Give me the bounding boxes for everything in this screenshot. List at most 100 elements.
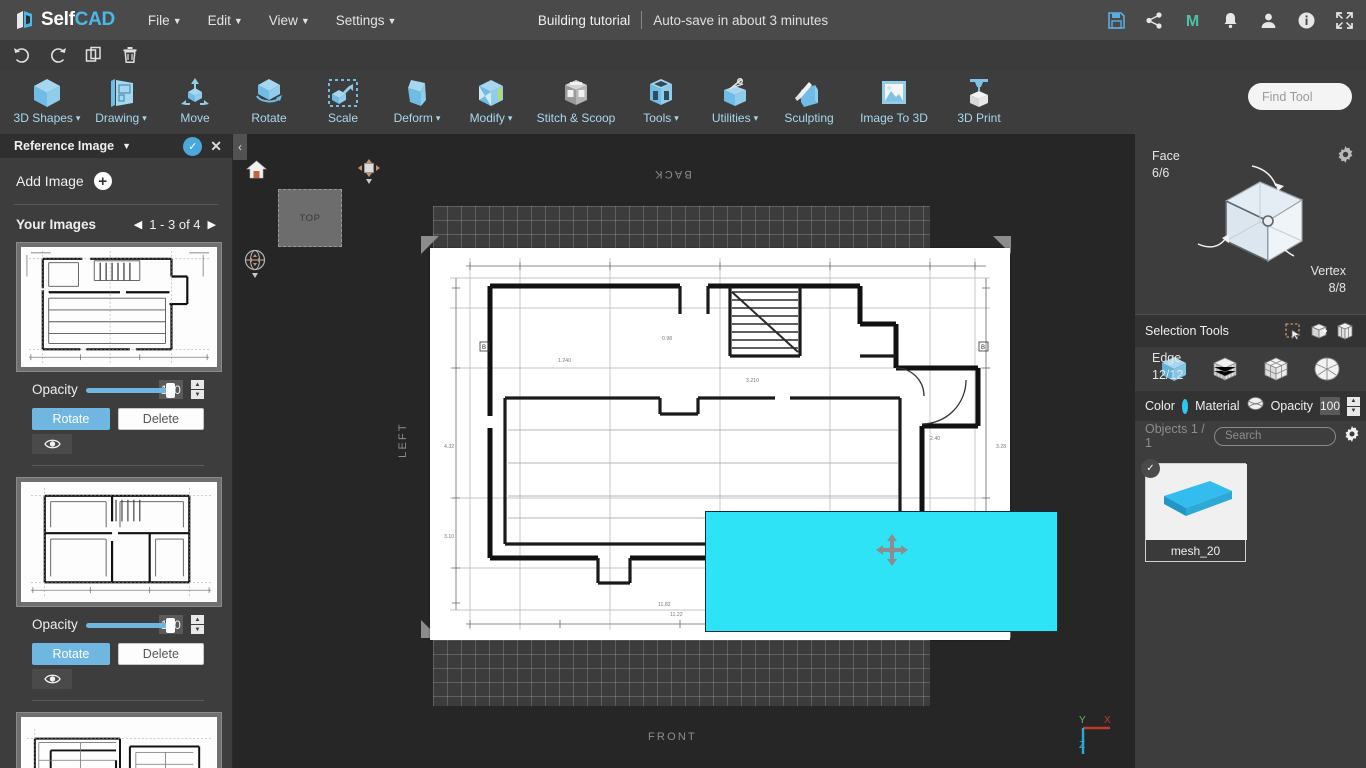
opacity-slider[interactable]	[85, 617, 176, 633]
opacity-value[interactable]: 100	[1319, 397, 1340, 415]
ribbon-tool-3d-shapes[interactable]: 3D Shapes ▾	[10, 70, 84, 134]
menu-edit[interactable]: Edit ▼	[195, 7, 256, 34]
home-icon[interactable]	[246, 160, 267, 184]
orbit-icon[interactable]	[243, 249, 267, 279]
3d-viewport[interactable]: ‹ TOP BACK FRONT LEFT B B 1.240 0.98 3.2…	[233, 134, 1135, 768]
document-title[interactable]: Building tutorial	[538, 13, 630, 28]
stepper-down-icon[interactable]: ▼	[1347, 406, 1360, 416]
objects-search[interactable]	[1214, 426, 1366, 446]
menu-settings[interactable]: Settings ▼	[323, 7, 410, 34]
ribbon-tool-utilities[interactable]: Utilities ▾	[698, 70, 772, 134]
slider-knob[interactable]	[165, 617, 175, 633]
delete-button[interactable]	[116, 43, 144, 67]
rotate-button[interactable]: Rotate	[32, 643, 110, 665]
add-selection-icon[interactable]	[1306, 319, 1332, 343]
mesh-mixer-icon[interactable]: M	[1182, 10, 1202, 30]
reference-floorplan-overlay[interactable]: B B 1.240 0.98 3.210 11.82 11.22 1.10 2.…	[430, 248, 1058, 640]
find-tool-search[interactable]	[1248, 83, 1352, 110]
stepper-down-icon[interactable]: ▼	[191, 390, 204, 399]
settings-gear-icon[interactable]	[1337, 146, 1354, 168]
rectangle-select-icon[interactable]	[1280, 319, 1306, 343]
collapse-panel-button[interactable]: ‹	[233, 134, 247, 160]
eye-icon[interactable]	[32, 669, 72, 689]
svg-text:3.28: 3.28	[996, 444, 1006, 450]
axis-label-z: Z	[1079, 740, 1085, 751]
ribbon-tool-sculpting[interactable]: Sculpting	[772, 70, 846, 134]
ribbon-tool-modify[interactable]: Modify ▾	[454, 70, 528, 134]
reference-image-thumbnail[interactable]	[16, 477, 222, 607]
stepper-up-icon[interactable]: ▲	[191, 615, 204, 624]
pager-prev-icon[interactable]: ◀	[134, 218, 142, 231]
ribbon-tool-rotate[interactable]: Rotate	[232, 70, 306, 134]
delete-button[interactable]: Delete	[117, 643, 204, 665]
find-tool-input[interactable]	[1262, 89, 1348, 104]
chevron-down-icon: ▾	[674, 113, 679, 124]
selected-mesh-object[interactable]	[705, 511, 1058, 632]
stepper-down-icon[interactable]: ▼	[191, 625, 204, 634]
chevron-down-icon: ▾	[507, 113, 513, 124]
ribbon-tool-deform[interactable]: Deform ▾	[380, 70, 454, 134]
view-cube-icon[interactable]	[358, 159, 380, 184]
selfcad-logo-text: SelfCAD	[41, 9, 115, 31]
pager-next-icon[interactable]: ▶	[208, 218, 216, 231]
opacity-control: Opacity 100 ▲ ▼	[16, 372, 218, 405]
confirm-button[interactable]: ✓	[183, 136, 203, 156]
chevron-down-icon[interactable]: ▼	[122, 141, 131, 151]
close-icon[interactable]: ✕	[210, 138, 226, 155]
face-mode-icon[interactable]	[1259, 353, 1293, 385]
ribbon-tool-label: 3D Print	[957, 111, 1001, 125]
ribbon-tool-3d-print[interactable]: 3D Print	[942, 70, 1016, 134]
svg-text:11.82: 11.82	[658, 602, 671, 608]
add-image-row[interactable]: Add Image +	[0, 158, 232, 204]
floorplan-preview	[21, 482, 217, 602]
notifications-bell-icon[interactable]	[1220, 10, 1240, 30]
stepper-up-icon[interactable]: ▲	[191, 380, 204, 389]
menu-view[interactable]: View ▼	[256, 7, 323, 34]
add-image-plus-icon[interactable]: +	[93, 172, 112, 190]
fullscreen-icon[interactable]	[1334, 10, 1354, 30]
delete-button[interactable]: Delete	[117, 408, 204, 430]
list-item[interactable]: ✓ mesh_20	[1141, 459, 1247, 562]
ribbon-tool-image-to-3d[interactable]: Image To 3D	[846, 70, 942, 134]
menu-file[interactable]: File ▼	[135, 7, 195, 34]
ribbon-tool-tools[interactable]: Tools ▾	[624, 70, 698, 134]
material-icon[interactable]	[1247, 396, 1264, 416]
drawing-icon	[103, 74, 139, 112]
vertex-count-info: Vertex 8/8	[1268, 263, 1346, 297]
eye-icon[interactable]	[32, 434, 72, 454]
redo-button[interactable]	[44, 43, 72, 67]
reference-image-thumbnail[interactable]	[16, 712, 222, 768]
user-account-icon[interactable]	[1258, 10, 1278, 30]
rotate-button[interactable]: Rotate	[32, 408, 110, 430]
opacity-slider[interactable]	[85, 382, 176, 398]
ribbon-tool-stitch-scoop[interactable]: Stitch & Scoop	[528, 70, 624, 134]
info-icon[interactable]	[1296, 10, 1316, 30]
duplicate-button[interactable]	[80, 43, 108, 67]
axis-label-y: Y	[1079, 715, 1086, 726]
stepper-up-icon[interactable]: ▲	[1347, 396, 1360, 406]
slider-knob[interactable]	[165, 382, 175, 398]
vertex-mode-icon[interactable]	[1208, 353, 1242, 385]
ribbon-tool-label: Tools ▾	[643, 111, 679, 125]
cube-icon	[29, 74, 65, 112]
object-selected-checkmark-icon[interactable]: ✓	[1141, 459, 1160, 478]
undo-button[interactable]	[8, 43, 36, 67]
image-action-buttons: Rotate Delete	[16, 640, 218, 665]
reference-image-thumbnail[interactable]	[16, 242, 222, 372]
navigation-cube[interactable]: TOP	[278, 189, 342, 247]
edge-mode-icon[interactable]	[1310, 353, 1344, 385]
ribbon-tool-move[interactable]: Move	[158, 70, 232, 134]
svg-text:0.98: 0.98	[662, 336, 672, 342]
share-icon[interactable]	[1144, 10, 1164, 30]
objects-settings-gear-icon[interactable]	[1344, 425, 1360, 447]
ribbon-tool-drawing[interactable]: Drawing ▾	[84, 70, 158, 134]
opacity-label: Opacity	[1270, 399, 1313, 413]
svg-text:11.22: 11.22	[670, 612, 683, 618]
save-icon[interactable]	[1106, 10, 1126, 30]
viewport-label-left: LEFT	[396, 422, 409, 458]
color-swatch[interactable]	[1181, 398, 1189, 414]
ribbon-tool-scale[interactable]: Scale	[306, 70, 380, 134]
selfcad-logo[interactable]: SelfCAD	[14, 9, 115, 31]
svg-text:B: B	[981, 345, 985, 351]
loop-selection-icon[interactable]	[1332, 319, 1358, 343]
